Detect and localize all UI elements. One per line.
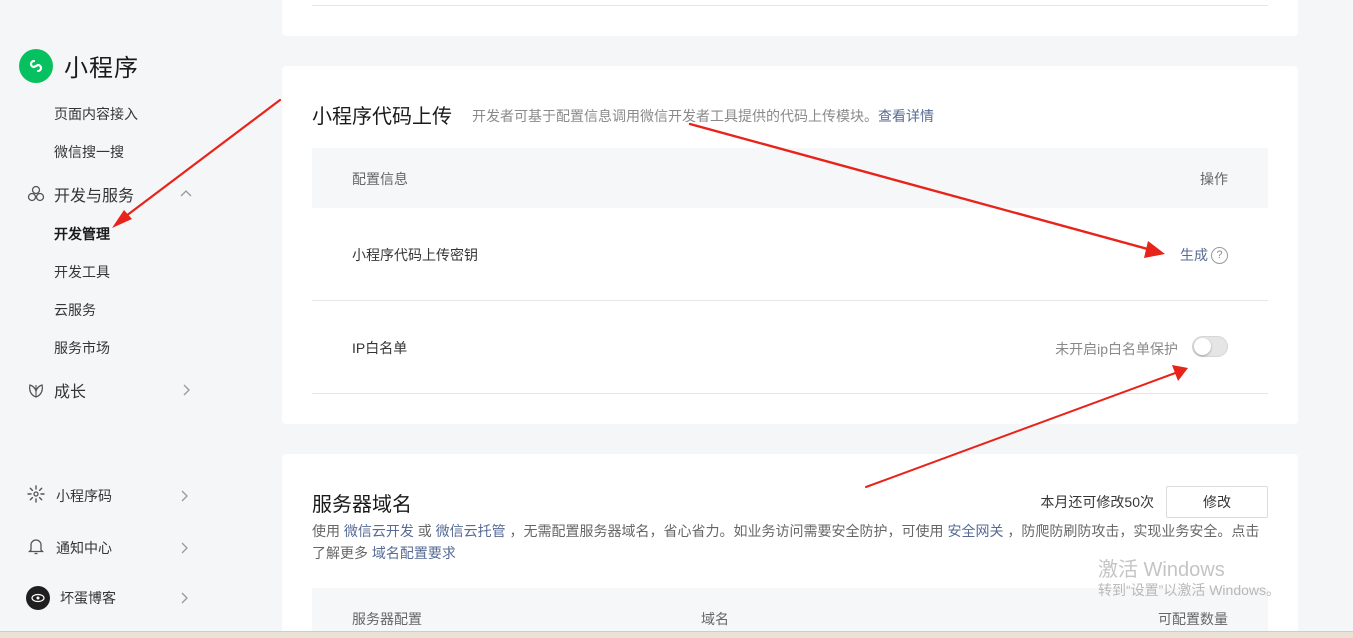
sidebar-item-notifications[interactable]: 通知中心: [26, 536, 192, 559]
help-icon[interactable]: ?: [1211, 246, 1228, 264]
column-header-server: 服务器配置: [352, 611, 422, 627]
miniprogram-icon: [19, 48, 53, 83]
sidebar-item-label: 小程序码: [56, 487, 112, 504]
sidebar-group-dev-services[interactable]: 开发与服务: [26, 182, 196, 206]
row-label: 小程序代码上传密钥: [352, 247, 478, 263]
avatar: [26, 586, 50, 610]
chevron-right-icon: [176, 540, 192, 556]
previous-section-card: [282, 0, 1298, 36]
windows-activation-hint: 转到“设置”以激活 Windows。: [1098, 582, 1281, 598]
code-upload-card: 小程序代码上传 开发者可基于配置信息调用微信开发者工具提供的代码上传模块。查看详…: [282, 66, 1298, 424]
sidebar-group-growth[interactable]: 成长: [26, 378, 196, 402]
generate-link[interactable]: 生成: [1180, 245, 1208, 265]
account-name: 坏蛋博客: [60, 590, 116, 606]
chevron-up-icon: [176, 184, 196, 204]
description-text: 或: [413, 523, 436, 539]
column-header-domain: 域名: [701, 611, 729, 627]
chevron-right-icon: [176, 380, 196, 400]
ip-whitelist-status: 未开启ip白名单保护: [1055, 341, 1178, 357]
table-header: 配置信息 操作: [312, 148, 1268, 208]
taskbar-edge: [0, 631, 1353, 638]
sidebar-item-wechat-search[interactable]: 微信搜一搜: [54, 142, 124, 162]
edit-button[interactable]: 修改: [1166, 486, 1268, 518]
section-title: 小程序代码上传: [312, 106, 452, 128]
column-header-count: 可配置数量: [1158, 611, 1228, 627]
table-row: IP白名单 未开启ip白名单保护: [312, 301, 1268, 394]
sidebar-item-dev-tools[interactable]: 开发工具: [54, 262, 110, 282]
windows-activation-title: 激活 Windows: [1098, 559, 1225, 581]
view-details-link[interactable]: 查看详情: [878, 108, 934, 124]
description-text: 使用: [312, 523, 344, 539]
cloud-dev-link[interactable]: 微信云开发: [344, 523, 414, 539]
description-text: ，无需配置服务器域名，省心省力。如业务访问需要安全防护，可使用: [505, 523, 948, 539]
leaf-icon: [26, 380, 46, 400]
bell-icon: [26, 536, 46, 559]
column-header-config: 配置信息: [352, 171, 408, 187]
security-gateway-link[interactable]: 安全网关: [947, 523, 1003, 539]
toggle-knob: [1194, 338, 1211, 355]
sidebar-item-page-content[interactable]: 页面内容接入: [54, 104, 138, 124]
chevron-right-icon: [176, 488, 192, 504]
domain-requirements-link[interactable]: 域名配置要求: [372, 545, 456, 561]
divider: [312, 5, 1268, 6]
sidebar-item-dev-management[interactable]: 开发管理: [54, 224, 110, 244]
cluster-icon: [26, 184, 46, 204]
sidebar-group-label: 成长: [54, 384, 87, 401]
table-row: 小程序代码上传密钥 生成 ?: [312, 208, 1268, 301]
sidebar-group-label: 开发与服务: [54, 188, 135, 205]
sidebar-item-label: 通知中心: [56, 539, 112, 556]
row-label: IP白名单: [352, 340, 408, 356]
qrcode-icon: [26, 484, 46, 507]
server-domain-card: 服务器域名 本月还可修改50次 修改 使用 微信云开发 或 微信云托管 ，无需配…: [282, 454, 1298, 638]
sidebar-item-account[interactable]: 坏蛋博客: [26, 586, 192, 610]
brand[interactable]: 小程序: [19, 48, 139, 83]
ip-whitelist-toggle[interactable]: [1192, 336, 1228, 357]
sidebar: 小程序 页面内容接入 微信搜一搜 开发与服务 开发管理 开发工具 云服务 服务市…: [0, 0, 236, 638]
sidebar-item-service-market[interactable]: 服务市场: [54, 338, 110, 358]
section-title: 服务器域名: [312, 494, 412, 516]
chevron-right-icon: [176, 590, 192, 606]
sidebar-item-qrcode[interactable]: 小程序码: [26, 484, 192, 507]
column-header-action: 操作: [1200, 171, 1228, 187]
generate-action: 生成 ?: [1180, 245, 1228, 265]
cloud-hosting-link[interactable]: 微信云托管: [436, 523, 506, 539]
remaining-edits: 本月还可修改50次: [1040, 494, 1154, 510]
sidebar-item-cloud-service[interactable]: 云服务: [54, 300, 96, 320]
description-text: 开发者可基于配置信息调用微信开发者工具提供的代码上传模块。: [472, 108, 878, 124]
section-description: 开发者可基于配置信息调用微信开发者工具提供的代码上传模块。查看详情: [472, 106, 934, 126]
brand-name: 小程序: [64, 55, 139, 82]
